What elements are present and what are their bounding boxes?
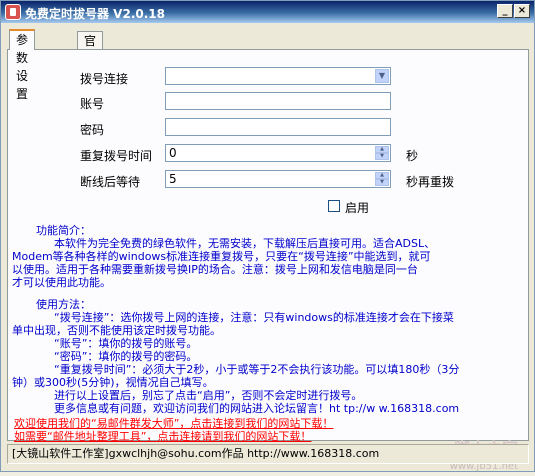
password-label: 密码 [80,123,105,137]
wait-time-stepper[interactable]: 5 ▲ ▼ [165,170,391,188]
usage-line: “密码”：填你的拨号的密码。 [54,350,198,363]
repeat-time-label: 重复拨号时间 [80,149,153,163]
usage-line: 更多信息或有问题，欢迎访问我们的网站进入论坛留言！ht tp://w w.168… [54,402,460,415]
spin-down-icon[interactable]: ▼ [375,153,389,160]
wait-time-unit: 秒再重拨 [406,175,455,189]
usage-line: “账号”：填你的拨号的账号。 [54,337,198,350]
repeat-time-unit: 秒 [406,149,419,163]
enable-label: 启用 [345,201,370,215]
minimize-button[interactable]: _ [497,4,513,18]
usage-line: 钟）或300秒(5分钟)，视情况自己填写。 [12,376,214,389]
usage-line: 单中出现，否则不能使用该定时拨号功能。 [12,324,221,337]
title-bar[interactable]: 免费定时拔号器 V2.0.18 _ × [1,1,534,23]
usage-line: 进行以上设置后，别忘了点击“启用”，否则不会定时进行拨号。 [54,389,363,402]
account-input[interactable] [165,92,391,110]
usage-line: “拨号连接”：选你拨号上网的连接，注意：只有windows的标准连接才会在下接菜 [54,311,454,324]
spin-icon[interactable]: ▲ ▼ [375,146,389,160]
dial-connect-select[interactable]: ▼ [165,67,391,85]
intro-line: 本软件为完全免费的绿色软件，无需安装，下载解压后直接可用。适合ADSL、 [54,237,436,250]
wait-time-label: 断线后等待 [80,175,141,189]
tab-params[interactable]: 参数设置 [9,29,36,101]
repeat-time-stepper[interactable]: 0 ▲ ▼ [165,144,391,162]
usage-heading: 使用方法： [36,298,91,311]
password-input[interactable] [165,118,391,136]
intro-line: 才可以使用此功能。 [12,276,111,289]
spin-up-icon[interactable]: ▲ [375,172,389,179]
spin-icon[interactable]: ▲ ▼ [375,172,389,186]
promo-link-address-tool[interactable]: 如需要“邮件地址整理工具”，点击连接请到我们的网站下载！ [14,428,311,444]
intro-line: 以使用。适用于各种需要重新拨号换IP的场合。注意：拨号上网和发信电脑是同一台 [12,263,418,276]
status-bar: [大镜山软件工作室]gxwclhjh@sohu.com作品 http://www… [7,444,529,464]
window-title: 免费定时拔号器 V2.0.18 [25,7,165,21]
usage-line: “重复拨号时间”：必须大于2秒，小于或等于2不会执行该功能。可以填180秒（3分 [54,363,460,376]
spin-up-icon[interactable]: ▲ [375,146,389,153]
tab-updates[interactable]: 官方更新 [77,31,104,102]
intro-line: Modem等各种各样的windows标准连接重复拨号，只要在“拨号连接”中能选到… [12,250,431,263]
wait-time-value: 5 [169,172,177,186]
repeat-time-value: 0 [169,146,177,160]
enable-checkbox[interactable] [328,200,340,212]
app-icon [5,4,21,20]
chevron-down-icon[interactable]: ▼ [375,69,389,83]
close-button[interactable]: × [514,4,530,18]
intro-heading: 功能简介： [36,224,91,237]
account-label: 账号 [80,97,105,111]
spin-down-icon[interactable]: ▼ [375,179,389,186]
settings-panel: 拨号连接 ▼ 账号 密码 重复拨号时间 0 ▲ ▼ 秒 断线后等待 5 ▲ ▼ … [7,49,529,472]
dial-connect-label: 拨号连接 [80,72,129,86]
app-window: 免费定时拔号器 V2.0.18 _ × 参数设置 官方更新 拨号连接 ▼ 账号 … [0,0,535,472]
